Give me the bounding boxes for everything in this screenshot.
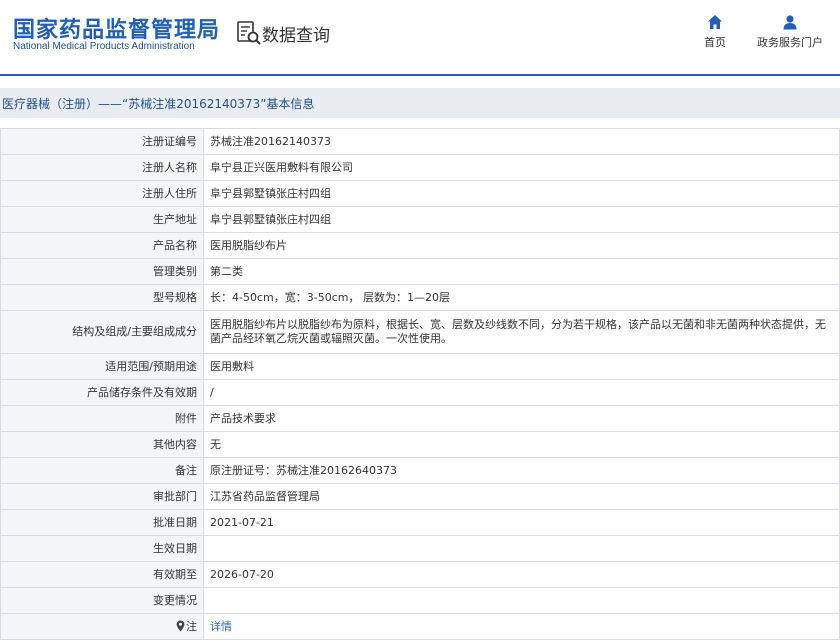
table-row: 其他内容 无 [0, 431, 840, 458]
field-label: 批准日期 [0, 509, 204, 536]
data-query-icon [237, 21, 261, 45]
nav-home-label: 首页 [704, 36, 726, 49]
field-label: 适用范围/预期用途 [0, 353, 204, 380]
field-label: 型号规格 [0, 284, 204, 311]
table-row: 附件 产品技术要求 [0, 405, 840, 432]
field-value [203, 587, 840, 614]
details-link[interactable]: 详情 [210, 620, 232, 633]
table-row: 生效日期 [0, 535, 840, 562]
table-row: 注册证编号 苏械注准20162140373 [0, 128, 840, 155]
field-label: 结构及组成/主要组成成分 [0, 310, 204, 354]
header-divider [0, 74, 840, 76]
nav-home[interactable]: 首页 [697, 14, 733, 50]
record-title-bar: 医疗器械（注册）——“苏械注准20162140373”基本信息 [0, 88, 840, 118]
field-label: 产品名称 [0, 232, 204, 259]
site-logo-cn[interactable]: 国家药品监督管理局 [13, 12, 220, 44]
field-value: 无 [203, 431, 840, 458]
field-value: 原注册证号：苏械注准20162640373 [203, 457, 840, 484]
field-value: 长：4-50cm，宽：3-50cm， 层数为：1—20层 [203, 284, 840, 311]
field-value: 医用脱脂纱布片 [203, 232, 840, 259]
field-label: 其他内容 [0, 431, 204, 458]
table-row: 备注 原注册证号：苏械注准20162640373 [0, 457, 840, 484]
field-label: 管理类别 [0, 258, 204, 285]
field-value: 产品技术要求 [203, 405, 840, 432]
field-value: / [203, 379, 840, 406]
table-row: 注册人名称 阜宁县正兴医用敷料有限公司 [0, 154, 840, 181]
field-label: 生产地址 [0, 206, 204, 233]
field-value [203, 535, 840, 562]
field-label: 生效日期 [0, 535, 204, 562]
field-label: 附件 [0, 405, 204, 432]
table-row: 变更情况 [0, 587, 840, 614]
home-icon [708, 15, 722, 29]
field-label: 变更情况 [0, 587, 204, 614]
note-label: 注 [186, 619, 197, 633]
site-logo-en: National Medical Products Administration [13, 41, 195, 52]
site-header: 国家药品监督管理局 National Medical Products Admi… [0, 0, 840, 74]
field-value: 江苏省药品监督管理局 [203, 483, 840, 510]
note-label-cell: 注 [0, 613, 204, 640]
field-label: 注册人名称 [0, 154, 204, 181]
nav-portal-label: 政务服务门户 [757, 36, 823, 49]
details-cell: 详情 [203, 613, 840, 640]
table-row: 审批部门 江苏省药品监督管理局 [0, 483, 840, 510]
table-row: 结构及组成/主要组成成分 医用脱脂纱布片以脱脂纱布为原料，根据长、宽、层数及纱线… [0, 310, 840, 354]
location-pin-icon [176, 620, 185, 631]
field-label: 备注 [0, 457, 204, 484]
record-title: 医疗器械（注册）——“苏械注准20162140373”基本信息 [2, 97, 315, 111]
field-value: 2026-07-20 [203, 561, 840, 588]
table-row: 注册人住所 阜宁县郭墅镇张庄村四组 [0, 180, 840, 207]
table-row: 注 详情 [0, 613, 840, 640]
field-value: 阜宁县郭墅镇张庄村四组 [203, 206, 840, 233]
field-value: 阜宁县郭墅镇张庄村四组 [203, 180, 840, 207]
table-row: 型号规格 长：4-50cm，宽：3-50cm， 层数为：1—20层 [0, 284, 840, 311]
table-row: 管理类别 第二类 [0, 258, 840, 285]
table-row: 有效期至 2026-07-20 [0, 561, 840, 588]
field-label: 有效期至 [0, 561, 204, 588]
table-row: 产品储存条件及有效期 / [0, 379, 840, 406]
nav-service-portal[interactable]: 政务服务门户 [752, 14, 828, 50]
field-value: 2021-07-21 [203, 509, 840, 536]
field-label: 审批部门 [0, 483, 204, 510]
table-row: 批准日期 2021-07-21 [0, 509, 840, 536]
table-row: 产品名称 医用脱脂纱布片 [0, 232, 840, 259]
page-title: 数据查询 [262, 26, 330, 46]
field-value: 阜宁县正兴医用敷料有限公司 [203, 154, 840, 181]
field-label: 产品储存条件及有效期 [0, 379, 204, 406]
field-value: 医用敷料 [203, 353, 840, 380]
user-icon [783, 15, 797, 30]
field-value: 第二类 [203, 258, 840, 285]
field-label: 注册人住所 [0, 180, 204, 207]
detail-table: 注册证编号 苏械注准20162140373 注册人名称 阜宁县正兴医用敷料有限公… [0, 128, 840, 640]
field-value: 医用脱脂纱布片以脱脂纱布为原料，根据长、宽、层数及纱线数不同，分为若干规格，该产… [203, 310, 840, 354]
table-row: 生产地址 阜宁县郭墅镇张庄村四组 [0, 206, 840, 233]
field-value: 苏械注准20162140373 [203, 128, 840, 155]
field-label: 注册证编号 [0, 128, 204, 155]
table-row: 适用范围/预期用途 医用敷料 [0, 353, 840, 380]
